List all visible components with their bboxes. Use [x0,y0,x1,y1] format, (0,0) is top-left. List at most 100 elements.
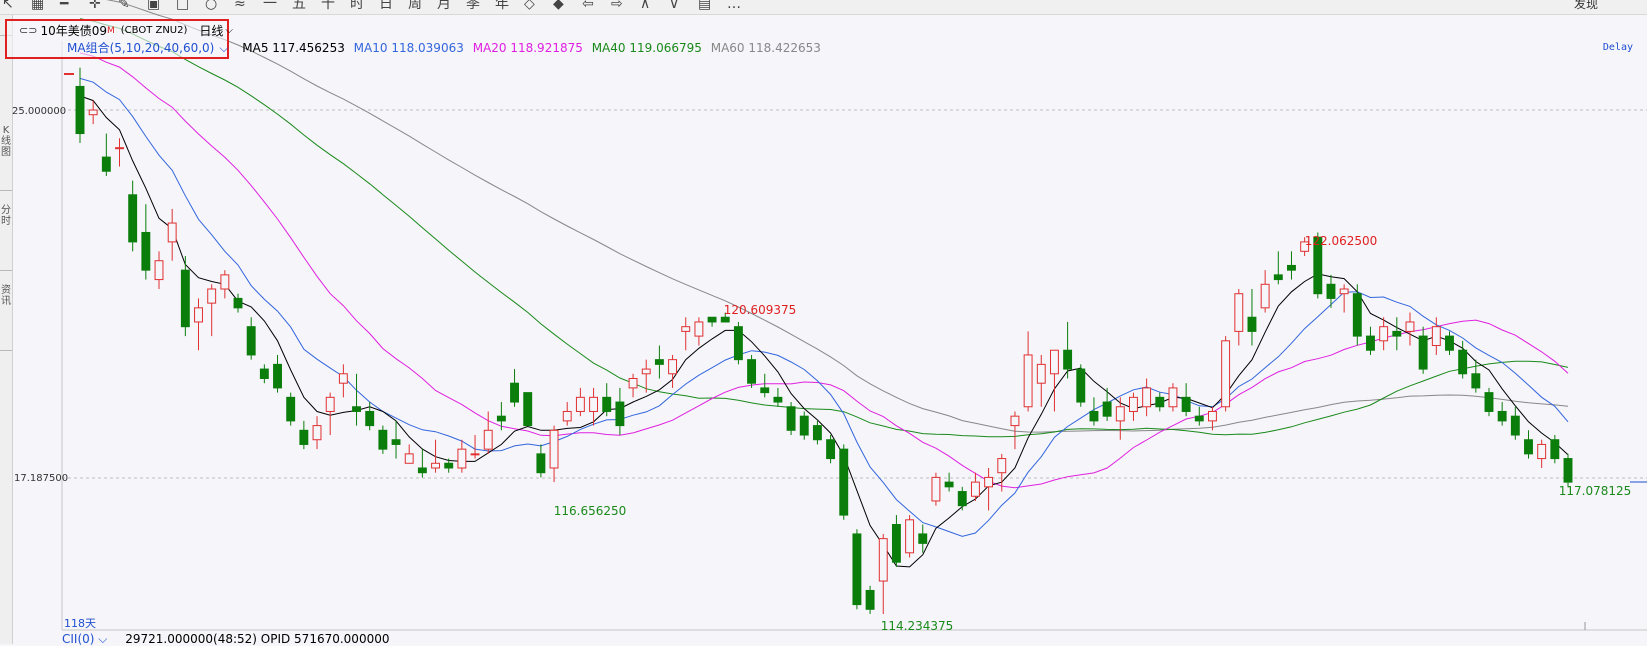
candle [1550,435,1560,464]
candle-body [444,462,454,469]
candle [1339,284,1349,313]
candle-body [641,368,651,375]
candle-body [1194,415,1204,422]
candle [707,316,717,327]
candle-body [891,524,901,563]
candle [1563,453,1573,487]
candle [1524,430,1533,459]
candle-body [1089,410,1099,422]
last-price-label: 117.078125 [1559,484,1632,498]
candle [180,256,190,337]
symbol-row[interactable]: ⊂⊃ 10年美债09 M (CBOT ZNU2) 日线 ⌵ [19,23,233,39]
candle-body [918,533,928,544]
candle [259,364,269,384]
candle [1036,354,1046,407]
candle-body [694,321,704,337]
candle-body [654,359,664,365]
candle [1326,274,1336,308]
ma-legend: MA组合(5,10,20,40,60,0) ⌵ MA5 117.456253 MA… [67,40,826,56]
candle-body [1036,363,1046,384]
candle [299,420,309,450]
candle-body [589,396,599,412]
candle [1273,251,1283,285]
candle-body [549,429,559,469]
candle-body [1458,349,1468,375]
candle [483,411,493,454]
candle-body [1023,354,1033,408]
candle-body [1484,392,1494,412]
candle-body [1102,401,1112,417]
candle-body [1392,330,1402,337]
chevron-down-icon[interactable]: ⌵ [225,23,233,39]
candle-body [404,453,414,464]
ma10-line [79,77,1569,537]
candle-body [1563,458,1573,483]
candle [128,180,138,252]
candle-body [496,415,506,422]
candle-body [575,396,585,412]
candle [246,317,256,360]
candle [681,317,691,351]
candle [286,392,296,426]
candle-body [668,359,678,375]
first-low-price-label: 116.656250 [554,504,627,518]
candle [1260,270,1270,313]
candle-body [1379,326,1389,342]
candle-body [1405,321,1415,332]
chevron-down-icon[interactable]: ⌵ [219,41,228,55]
candle [220,270,230,299]
candle-body [1142,387,1152,408]
candle [668,354,678,388]
candle-body [1208,410,1217,422]
candle-body [1326,283,1336,299]
candle-body [773,396,783,403]
candle [839,444,849,520]
candlestick-chart[interactable]: 25.000000 17.187500 118天 122.062500 120.… [0,0,1647,644]
candle-body [1221,340,1231,408]
candle-body [1366,335,1375,351]
candle [431,439,440,473]
candle [1247,288,1257,346]
candle [1234,288,1244,346]
candle-body [1550,439,1560,460]
candle [615,387,625,436]
candle [944,472,954,492]
candle [905,515,915,558]
candle-body [1049,349,1059,375]
candle [1352,284,1362,346]
moving-average-lines [79,0,1569,568]
candle [510,369,519,407]
candle-body [391,439,401,445]
candle-body [1155,396,1165,408]
candle-body [273,363,282,389]
candle-body [1115,406,1125,422]
candle-body [457,448,467,469]
candle-body [1010,415,1020,427]
candle-body [1497,410,1507,422]
candle-body [839,448,849,516]
high-price-label: 122.062500 [1305,234,1378,248]
candle [1221,336,1231,412]
days-label: 118天 [64,617,96,630]
candle-body [378,429,388,450]
candle [628,373,638,398]
candle [1366,326,1375,355]
candle [575,387,585,417]
candle [391,420,401,459]
candle-body [88,109,98,116]
candle-body [1431,326,1441,347]
candle [1510,406,1520,440]
ma40-label: MA40 119.066795 [591,41,702,55]
candle [957,486,967,511]
candle [760,373,770,398]
candle-body [562,410,572,422]
ma-combo-label: MA组合(5,10,20,40,60,0) [67,41,215,55]
price-axis-top-label: 25.000000 [12,106,66,117]
candle [654,345,664,379]
ma-combo-selector[interactable]: MA组合(5,10,20,40,60,0) ⌵ [67,41,233,55]
ma5-label: MA5 117.456253 [242,41,345,55]
ma10-label: MA10 118.039063 [353,41,464,55]
mid-high-price-label: 120.609375 [724,303,797,317]
period-selector[interactable]: 日线 [199,23,223,39]
candle-body [747,359,757,384]
